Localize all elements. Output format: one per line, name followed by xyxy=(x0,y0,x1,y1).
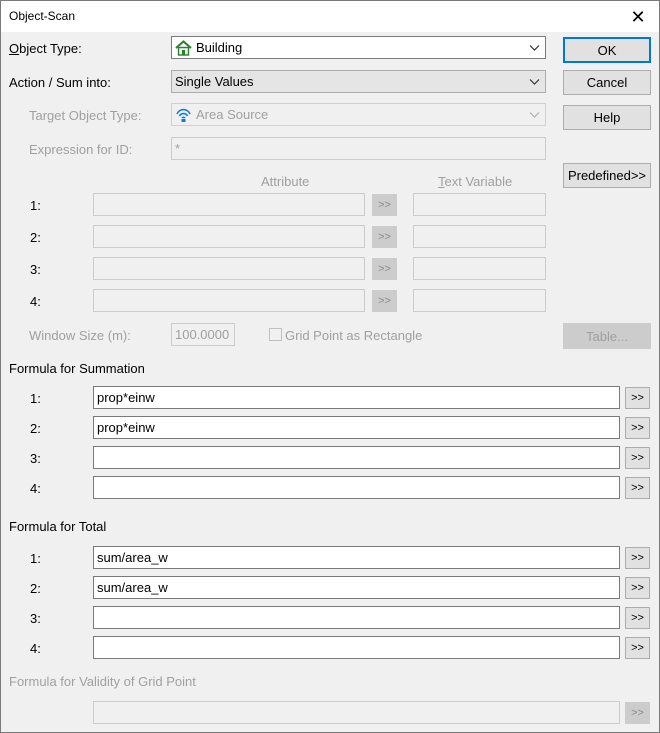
attribute-header: Attribute xyxy=(261,174,310,189)
predefined-button[interactable]: Predefined>> xyxy=(563,163,651,188)
summation-row-2-arrow-button[interactable]: >> xyxy=(625,417,650,439)
title-bar: Object-Scan ✕ xyxy=(1,1,659,32)
total-row-4-field[interactable] xyxy=(93,636,620,659)
total-row-3-num: 3: xyxy=(30,611,41,626)
total-row-2-num: 2: xyxy=(30,581,41,596)
expression-id-label: Expression for ID: xyxy=(29,142,133,157)
expression-id-field[interactable]: * xyxy=(171,137,546,160)
validity-field[interactable] xyxy=(93,701,620,724)
summation-row-4-num: 4: xyxy=(30,481,41,496)
attribute-row-3-arrow-button[interactable]: >> xyxy=(372,258,397,280)
text-variable-row-4-field[interactable] xyxy=(413,289,546,312)
total-row-4-arrow-button[interactable]: >> xyxy=(625,637,650,659)
attribute-row-2-field[interactable] xyxy=(93,225,365,248)
attribute-row-1-arrow-button[interactable]: >> xyxy=(372,194,397,216)
ok-button[interactable]: OK xyxy=(563,37,651,63)
target-object-type-combo[interactable]: Area Source xyxy=(171,103,546,126)
attribute-row-4-arrow-button[interactable]: >> xyxy=(372,290,397,312)
summation-row-1-field[interactable]: prop*einw xyxy=(93,386,620,409)
summation-row-3-num: 3: xyxy=(30,451,41,466)
object-scan-dialog: Object-Scan ✕ Object Type: Building Acti… xyxy=(0,0,660,733)
text-variable-row-1-field[interactable] xyxy=(413,193,546,216)
window-size-field[interactable]: 100.0000 xyxy=(171,323,235,346)
total-row-1-num: 1: xyxy=(30,551,41,566)
summation-row-2-field[interactable]: prop*einw xyxy=(93,416,620,439)
validity-title: Formula for Validity of Grid Point xyxy=(9,674,196,689)
area-source-icon xyxy=(175,107,192,123)
chevron-down-icon xyxy=(529,112,540,118)
summation-row-1-arrow-button[interactable]: >> xyxy=(625,387,650,409)
attribute-row-3-num: 3: xyxy=(30,262,41,277)
window-size-label: Window Size (m): xyxy=(29,328,131,343)
action-combo[interactable]: Single Values xyxy=(171,70,546,93)
table-button[interactable]: Table... xyxy=(563,323,651,349)
validity-arrow-button[interactable]: >> xyxy=(625,702,650,724)
summation-row-1-num: 1: xyxy=(30,391,41,406)
chevron-down-icon xyxy=(529,45,540,51)
close-icon: ✕ xyxy=(630,6,646,27)
target-object-type-value: Area Source xyxy=(196,107,269,122)
total-row-3-arrow-button[interactable]: >> xyxy=(625,607,650,629)
attribute-row-4-field[interactable] xyxy=(93,289,365,312)
close-button[interactable]: ✕ xyxy=(621,3,655,30)
attribute-row-3-field[interactable] xyxy=(93,257,365,280)
window-title: Object-Scan xyxy=(9,9,76,23)
total-row-1-field[interactable]: sum/area_w xyxy=(93,546,620,569)
summation-row-3-arrow-button[interactable]: >> xyxy=(625,447,650,469)
summation-title: Formula for Summation xyxy=(9,361,145,376)
action-value: Single Values xyxy=(175,74,254,89)
total-row-2-field[interactable]: sum/area_w xyxy=(93,576,620,599)
total-row-1-arrow-button[interactable]: >> xyxy=(625,547,650,569)
target-object-type-label: Target Object Type: xyxy=(29,108,142,123)
total-title: Formula for Total xyxy=(9,519,107,534)
attribute-row-1-field[interactable] xyxy=(93,193,365,216)
attribute-row-4-num: 4: xyxy=(30,294,41,309)
grid-point-rect-checkbox[interactable] xyxy=(269,328,282,341)
attribute-row-2-arrow-button[interactable]: >> xyxy=(372,226,397,248)
summation-row-4-field[interactable] xyxy=(93,476,620,499)
cancel-button[interactable]: Cancel xyxy=(563,70,651,95)
text-variable-row-2-field[interactable] xyxy=(413,225,546,248)
attribute-row-2-num: 2: xyxy=(30,230,41,245)
building-icon xyxy=(175,39,192,56)
help-button[interactable]: Help xyxy=(563,105,651,130)
total-row-2-arrow-button[interactable]: >> xyxy=(625,577,650,599)
summation-row-2-num: 2: xyxy=(30,421,41,436)
object-type-label: Object Type: xyxy=(9,41,82,56)
chevron-down-icon xyxy=(529,79,540,85)
action-label: Action / Sum into: xyxy=(9,75,111,90)
object-type-combo[interactable]: Building xyxy=(171,36,546,59)
total-row-4-num: 4: xyxy=(30,641,41,656)
attribute-row-1-num: 1: xyxy=(30,198,41,213)
text-variable-row-3-field[interactable] xyxy=(413,257,546,280)
summation-row-3-field[interactable] xyxy=(93,446,620,469)
object-type-value: Building xyxy=(196,40,243,55)
text-variable-header: Text Variable xyxy=(438,174,513,189)
grid-point-rect-label: Grid Point as Rectangle xyxy=(285,328,423,343)
total-row-3-field[interactable] xyxy=(93,606,620,629)
summation-row-4-arrow-button[interactable]: >> xyxy=(625,477,650,499)
